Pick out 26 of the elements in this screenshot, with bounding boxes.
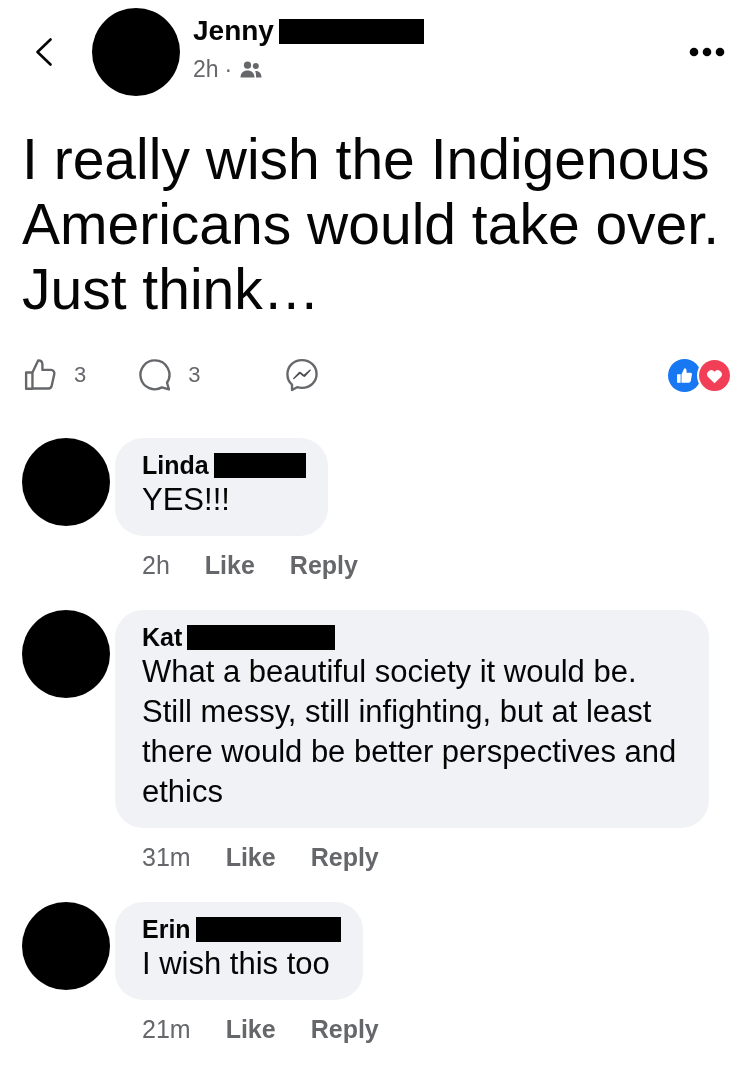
commenter-name[interactable]: Kat [142, 622, 183, 652]
like-reaction-icon [668, 358, 701, 392]
comment-button[interactable]: 3 [136, 356, 201, 394]
reply-link[interactable]: Reply [310, 842, 379, 872]
comment-text: I wish this too [142, 945, 331, 983]
more-icon[interactable] [689, 47, 725, 57]
comment-time: 2h [142, 550, 170, 580]
like-button[interactable]: 3 [22, 356, 87, 394]
comment-time: 31m [142, 842, 191, 872]
people-icon [240, 60, 263, 78]
reply-link[interactable]: Reply [289, 550, 358, 580]
commenter-name[interactable]: Erin [142, 914, 191, 944]
post-text: I really wish the Indigenous Americans would take over. Just think… [22, 127, 720, 322]
reply-link[interactable]: Reply [310, 1014, 379, 1044]
post-time: 2h [193, 56, 219, 82]
separator-dot: · [224, 56, 233, 82]
comment-text: YES!!! [142, 481, 231, 519]
back-icon[interactable] [35, 38, 52, 66]
like-link[interactable]: Like [225, 842, 276, 872]
comment-text: What a beautiful society it would be. Still messy, still infighting, but at least there would be better perspectives and ethics [142, 653, 678, 811]
like-link[interactable]: Like [225, 1014, 276, 1044]
like-link[interactable]: Like [204, 550, 255, 580]
comment-time: 21m [142, 1014, 191, 1044]
commenter-name[interactable]: Linda [142, 450, 209, 480]
heart-reaction-icon [697, 357, 732, 393]
author-name[interactable]: Jenny [193, 15, 274, 47]
